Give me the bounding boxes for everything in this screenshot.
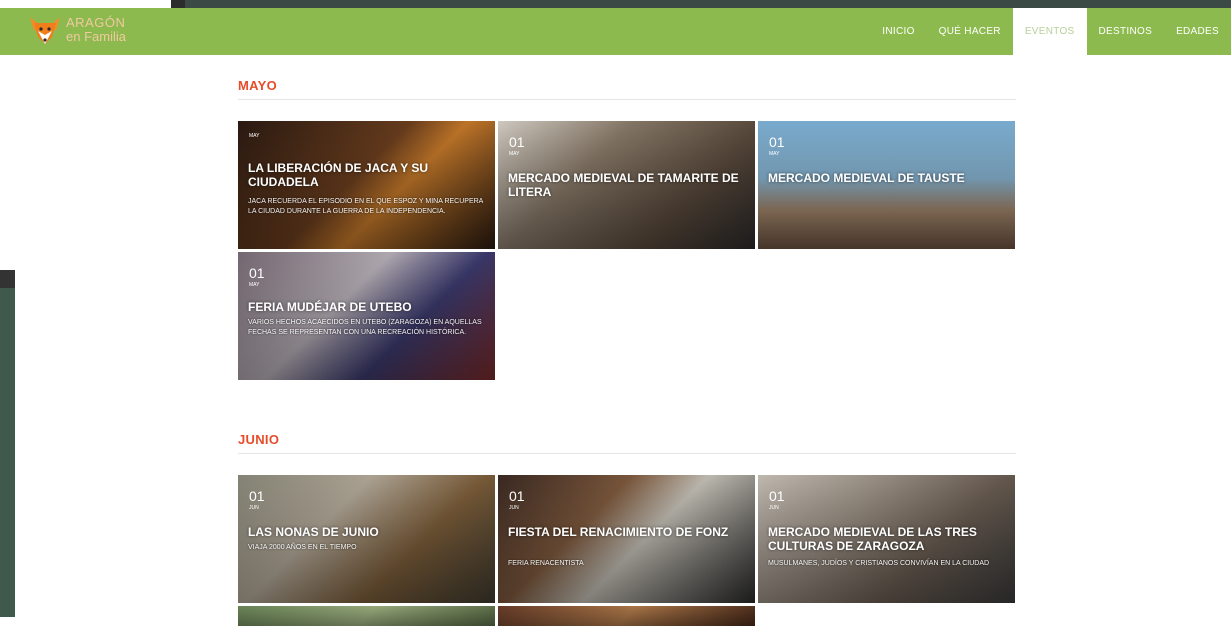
event-description: VARIOS HECHOS ACAECIDOS EN UTEBO (ZARAGO… — [248, 319, 482, 336]
event-card[interactable] — [498, 606, 755, 626]
menu-item-que-hacer[interactable]: Qué hacer — [927, 8, 1013, 55]
event-card[interactable]: 01 JUN LAS NONAS DE JUNIO VIAJA 2000 AÑO… — [238, 475, 495, 603]
section-title-junio: JUNIO — [238, 432, 1016, 454]
event-day: 01 — [249, 488, 265, 504]
card-shade — [758, 121, 1015, 249]
event-day: 01 — [509, 134, 525, 150]
event-day: 01 — [769, 488, 785, 504]
section-title-mayo: MAYO — [238, 78, 1016, 100]
menu-item-destinos[interactable]: Destinos — [1087, 8, 1165, 55]
event-title: MERCADO MEDIEVAL DE TAMARITE DE LITERA — [508, 171, 739, 199]
card-shade — [238, 475, 495, 603]
event-description: VIAJA 2000 AÑOS EN EL TIEMPO — [248, 544, 357, 551]
event-day: 01 — [509, 488, 525, 504]
card-shade — [238, 252, 495, 380]
event-title: MERCADO MEDIEVAL DE LAS TRES CULTURAS DE… — [768, 525, 977, 553]
event-description: MUSULMANES, JUDÍOS Y CRISTIANOS CONVIVÍA… — [768, 560, 990, 567]
brand-logo[interactable]: Aragón en Familia — [28, 12, 143, 48]
section-mayo: MAYO — [238, 78, 1016, 100]
left-dark-panel — [0, 270, 15, 617]
event-month: MAY — [769, 151, 780, 157]
menu-item-edades[interactable]: Edades — [1164, 8, 1231, 55]
top-strip-dark-main — [185, 0, 1231, 8]
event-card[interactable]: 01 JUN FIESTA DEL RENACIMIENTO DE FONZ F… — [498, 475, 755, 603]
event-card[interactable]: 01 MAY MERCADO MEDIEVAL DE TAMARITE DE L… — [498, 121, 755, 249]
event-card[interactable] — [238, 606, 495, 626]
fox-logo-icon — [28, 13, 62, 47]
event-title: FERIA MUDÉJAR DE UTEBO — [248, 300, 412, 314]
brand-line-2: en Familia — [66, 29, 126, 44]
event-month: JUN — [769, 505, 779, 511]
event-month: JUN — [249, 505, 259, 511]
event-title: FIESTA DEL RENACIMIENTO DE FONZ — [508, 525, 729, 539]
left-dark-cap — [0, 270, 15, 288]
brand-line-1: Aragón — [66, 15, 126, 30]
navbar: Aragón en Familia Inicio Qué hacer Event… — [0, 8, 1231, 55]
top-strip — [0, 0, 1231, 8]
event-card[interactable]: 01 JUN MERCADO MEDIEVAL DE LAS TRES CULT… — [758, 475, 1015, 603]
menu-item-eventos[interactable]: Eventos — [1012, 8, 1087, 55]
event-month: MAY — [249, 282, 260, 288]
menu-item-inicio[interactable]: Inicio — [870, 8, 926, 55]
section-junio: JUNIO — [238, 432, 1016, 454]
event-title: LA LIBERACIÓN DE JACA Y SU CIUDADELA — [248, 161, 429, 189]
main-menu: Inicio Qué hacer Eventos Destinos Edades — [870, 8, 1231, 55]
event-month: JUN — [509, 505, 519, 511]
event-day: 01 — [249, 265, 265, 281]
event-month: MAY — [249, 133, 260, 139]
event-card[interactable]: 01 MAY MERCADO MEDIEVAL DE TAUSTE — [758, 121, 1015, 249]
event-card[interactable]: 01 MAY FERIA MUDÉJAR DE UTEBO VARIOS HEC… — [238, 252, 495, 380]
card-shade — [238, 606, 495, 626]
event-title: LAS NONAS DE JUNIO — [248, 525, 379, 539]
event-month: MAY — [509, 151, 520, 157]
card-shade — [498, 475, 755, 603]
event-day: 01 — [769, 134, 785, 150]
event-card[interactable]: MAY LA LIBERACIÓN DE JACA Y SU CIUDADELA… — [238, 121, 495, 249]
card-shade — [498, 606, 755, 626]
event-title: MERCADO MEDIEVAL DE TAUSTE — [768, 171, 965, 185]
top-strip-dark-left — [171, 0, 185, 8]
event-description: FERIA RENACENTISTA — [508, 560, 584, 567]
event-description: JACA RECUERDA EL EPISODIO EN EL QUE ESPO… — [248, 198, 483, 215]
brand-text: Aragón en Familia — [66, 16, 126, 44]
